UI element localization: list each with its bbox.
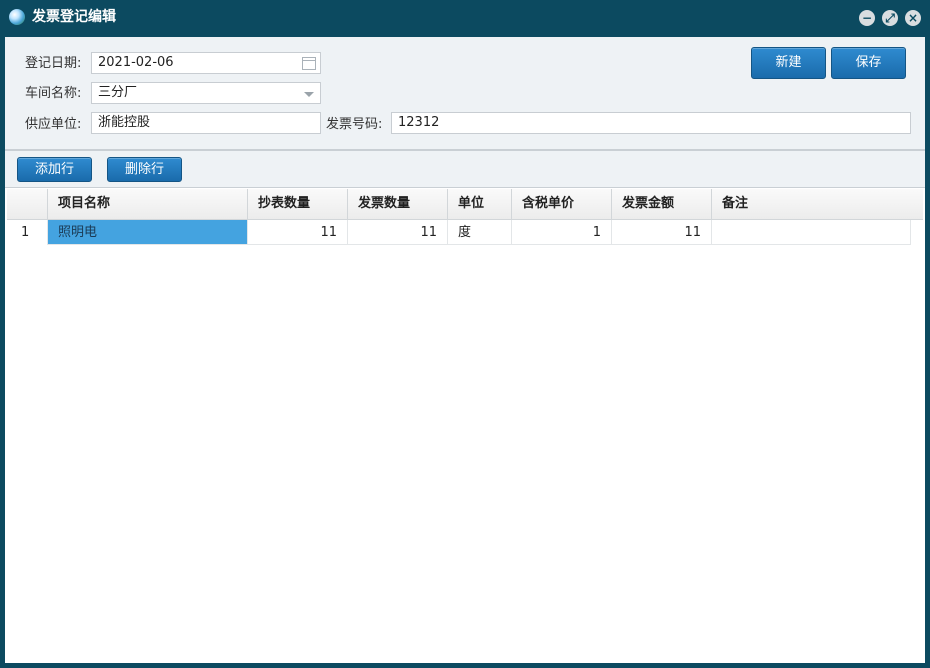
maximize-button[interactable]: ⤢ bbox=[882, 10, 898, 26]
chevron-down-icon[interactable] bbox=[304, 92, 314, 97]
workshop-value: 三分厂 bbox=[98, 85, 138, 100]
invoice-number-field[interactable]: 12312 bbox=[391, 112, 911, 134]
supplier-value: 浙能控股 bbox=[98, 115, 151, 130]
column-header-unit[interactable]: 单位 bbox=[447, 189, 511, 219]
row-number: 1 bbox=[21, 225, 30, 240]
supplier-field[interactable]: 浙能控股 bbox=[91, 112, 321, 134]
workshop-label: 车间名称: bbox=[25, 86, 82, 101]
date-label: 登记日期: bbox=[25, 56, 82, 71]
column-header-item[interactable]: 项目名称 bbox=[47, 189, 247, 219]
cell-invoice-qty[interactable]: 11 bbox=[347, 220, 447, 245]
cell-meter-qty[interactable]: 11 bbox=[247, 220, 347, 245]
window-title: 发票登记编辑 bbox=[32, 9, 116, 25]
add-row-button[interactable]: 添加行 bbox=[17, 157, 92, 182]
calendar-icon[interactable] bbox=[302, 57, 316, 70]
globe-icon bbox=[9, 9, 25, 25]
invoice-number-value: 12312 bbox=[398, 115, 440, 130]
title-bar[interactable]: 发票登记编辑 − ⤢ × bbox=[0, 0, 930, 36]
column-header-invoice-qty[interactable]: 发票数量 bbox=[347, 189, 447, 219]
column-header-meter-qty[interactable]: 抄表数量 bbox=[247, 189, 347, 219]
close-button[interactable]: × bbox=[905, 10, 921, 26]
delete-row-button[interactable]: 删除行 bbox=[107, 157, 182, 182]
table-row[interactable]: 1 照明电 11 11 度 1 11 bbox=[7, 220, 923, 245]
app-window: 发票登记编辑 − ⤢ × 登记日期: 2021-02-06 车间名称: 三分厂 … bbox=[0, 0, 930, 668]
column-header-unit-price[interactable]: 含税单价 bbox=[511, 189, 611, 219]
cell-unit-price[interactable]: 1 bbox=[511, 220, 611, 245]
form-panel: 登记日期: 2021-02-06 车间名称: 三分厂 供应单位: 浙能控股 发票… bbox=[5, 37, 925, 151]
cell-item[interactable]: 照明电 bbox=[47, 220, 247, 245]
grid-header: 项目名称 抄表数量 发票数量 单位 含税单价 发票金额 备注 bbox=[7, 189, 923, 220]
window-content: 登记日期: 2021-02-06 车间名称: 三分厂 供应单位: 浙能控股 发票… bbox=[5, 37, 925, 663]
column-header-remark[interactable]: 备注 bbox=[711, 189, 911, 219]
grid-toolbar: 添加行 删除行 bbox=[5, 151, 925, 188]
workshop-select[interactable]: 三分厂 bbox=[91, 82, 321, 104]
cell-remark[interactable] bbox=[711, 220, 911, 245]
supplier-label: 供应单位: bbox=[25, 117, 82, 132]
cell-amount[interactable]: 11 bbox=[611, 220, 711, 245]
minimize-button[interactable]: − bbox=[859, 10, 875, 26]
date-field[interactable]: 2021-02-06 bbox=[91, 52, 321, 74]
new-button[interactable]: 新建 bbox=[751, 47, 826, 79]
column-header-amount[interactable]: 发票金额 bbox=[611, 189, 711, 219]
cell-unit[interactable]: 度 bbox=[447, 220, 511, 245]
invoice-number-label: 发票号码: bbox=[326, 117, 383, 132]
date-value: 2021-02-06 bbox=[98, 55, 174, 70]
save-button[interactable]: 保存 bbox=[831, 47, 906, 79]
